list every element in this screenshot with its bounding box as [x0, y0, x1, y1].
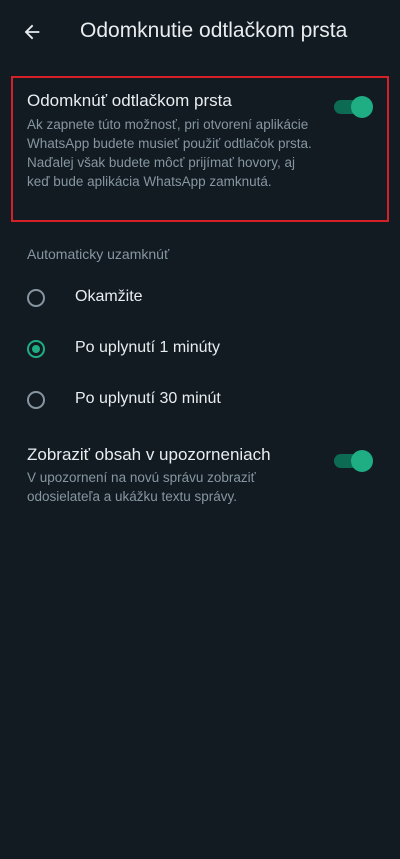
auto-lock-header: Automaticky uzamknúť [27, 246, 170, 262]
show-content-setting[interactable]: Zobraziť obsah v upozorneniach V upozorn… [0, 436, 400, 516]
auto-lock-option-1-minute[interactable]: Po uplynutí 1 minúty [0, 329, 400, 373]
show-content-description: V upozornení na novú správu zobraziť odo… [27, 470, 256, 504]
fingerprint-unlock-title: Odomknúť odtlačkom prsta [27, 91, 232, 110]
fingerprint-unlock-description: Ak zapnete túto možnosť, pri otvorení ap… [27, 117, 312, 189]
radio-button[interactable] [27, 289, 45, 307]
auto-lock-option-immediately[interactable]: Okamžite [0, 278, 400, 322]
toggle-thumb [351, 96, 373, 118]
show-content-title: Zobraziť obsah v upozorneniach [27, 445, 271, 464]
radio-button[interactable] [27, 340, 45, 358]
radio-button[interactable] [27, 391, 45, 409]
back-button[interactable] [18, 18, 46, 46]
app-bar: Odomknutie odtlačkom prsta [0, 0, 400, 64]
radio-label: Okamžite [75, 288, 143, 305]
radio-label: Po uplynutí 1 minúty [75, 339, 220, 356]
show-content-toggle[interactable] [334, 450, 373, 472]
toggle-thumb [351, 450, 373, 472]
auto-lock-option-30-minutes[interactable]: Po uplynutí 30 minút [0, 380, 400, 424]
fingerprint-unlock-setting[interactable]: Odomknúť odtlačkom prsta Ak zapnete túto… [0, 76, 400, 222]
arrow-left-icon [24, 24, 40, 40]
page-title: Odomknutie odtlačkom prsta [80, 19, 348, 42]
radio-label: Po uplynutí 30 minút [75, 390, 221, 407]
fingerprint-unlock-toggle[interactable] [334, 96, 373, 118]
